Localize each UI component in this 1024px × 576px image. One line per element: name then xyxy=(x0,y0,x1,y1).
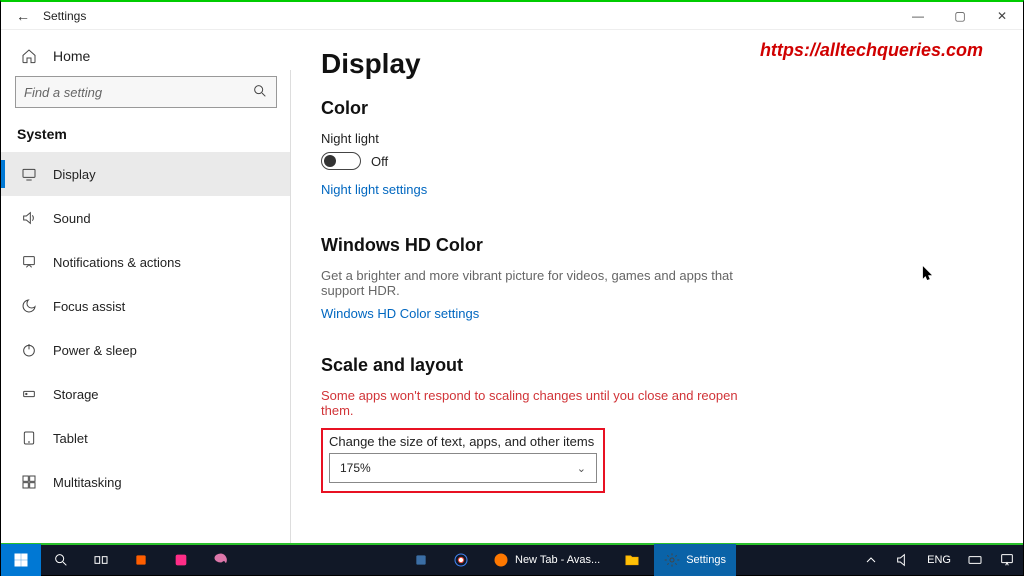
tray-keyboard-icon[interactable] xyxy=(959,544,991,576)
night-light-settings-link[interactable]: Night light settings xyxy=(321,182,427,197)
tray-volume-icon[interactable] xyxy=(887,544,919,576)
tray-chevron-up-icon[interactable] xyxy=(855,544,887,576)
task-view-button[interactable] xyxy=(81,544,121,576)
sidebar-item-label: Notifications & actions xyxy=(53,255,181,270)
scale-select-highlight: Change the size of text, apps, and other… xyxy=(321,428,605,493)
sidebar-item-label: Sound xyxy=(53,211,91,226)
avast-icon xyxy=(493,552,509,568)
sidebar-home-label: Home xyxy=(53,48,90,64)
night-light-label: Night light xyxy=(321,131,983,146)
sidebar-item-label: Power & sleep xyxy=(53,343,137,358)
sound-icon xyxy=(19,210,39,226)
chevron-down-icon: ⌄ xyxy=(577,462,586,475)
sidebar-item-notifications[interactable]: Notifications & actions xyxy=(1,240,291,284)
tray-action-center-icon[interactable] xyxy=(991,544,1023,576)
sidebar-item-label: Multitasking xyxy=(53,475,122,490)
window-controls: — ▢ ✕ xyxy=(897,2,1023,30)
hd-color-settings-link[interactable]: Windows HD Color settings xyxy=(321,306,479,321)
sidebar-home[interactable]: Home xyxy=(1,42,291,76)
taskbar-item-settings[interactable]: Settings xyxy=(654,544,736,576)
section-scale: Scale and layout xyxy=(321,355,983,376)
sidebar-item-sound[interactable]: Sound xyxy=(1,196,291,240)
scale-select[interactable]: 175% ⌄ xyxy=(329,453,597,483)
sidebar-item-tablet[interactable]: Tablet xyxy=(1,416,291,460)
multitasking-icon xyxy=(19,474,39,490)
focus-assist-icon xyxy=(19,298,39,314)
taskbar-file-explorer[interactable] xyxy=(612,544,652,576)
taskbar-app-3[interactable] xyxy=(401,544,441,576)
watermark-url: https://alltechqueries.com xyxy=(760,40,983,61)
taskbar-search-button[interactable] xyxy=(41,544,81,576)
power-icon xyxy=(19,342,39,358)
scale-warning: Some apps won't respond to scaling chang… xyxy=(321,388,761,418)
tray-language[interactable]: ENG xyxy=(919,544,959,576)
sidebar-item-focus-assist[interactable]: Focus assist xyxy=(1,284,291,328)
search-box[interactable] xyxy=(15,76,277,108)
taskbar: New Tab - Avas... Settings ENG xyxy=(1,543,1023,575)
tablet-icon xyxy=(19,430,39,446)
taskbar-item-label: Settings xyxy=(686,554,726,566)
maximize-button[interactable]: ▢ xyxy=(939,2,981,30)
notifications-icon xyxy=(19,254,39,270)
scale-select-value: 175% xyxy=(340,461,371,475)
titlebar: ← Settings — ▢ ✕ xyxy=(1,2,1023,30)
start-button[interactable] xyxy=(1,544,41,576)
night-light-toggle[interactable] xyxy=(321,152,361,170)
taskbar-item-avast[interactable]: New Tab - Avas... xyxy=(483,546,610,574)
section-color: Color xyxy=(321,98,983,119)
back-button[interactable]: ← xyxy=(11,8,35,24)
home-icon xyxy=(19,48,39,64)
sidebar-item-label: Storage xyxy=(53,387,99,402)
gear-icon xyxy=(664,552,680,568)
taskbar-app-1[interactable] xyxy=(121,544,161,576)
taskbar-item-label: New Tab - Avas... xyxy=(515,554,600,566)
sidebar-item-multitasking[interactable]: Multitasking xyxy=(1,460,291,504)
content: https://alltechqueries.com Display Color… xyxy=(291,30,1023,543)
section-hd-color: Windows HD Color xyxy=(321,235,983,256)
sidebar-category: System xyxy=(1,122,291,152)
sidebar-item-power[interactable]: Power & sleep xyxy=(1,328,291,372)
taskbar-paint[interactable] xyxy=(201,544,241,576)
taskbar-app-2[interactable] xyxy=(161,544,201,576)
sidebar-item-display[interactable]: Display xyxy=(1,152,291,196)
close-button[interactable]: ✕ xyxy=(981,2,1023,30)
sidebar-nav: Display Sound Notifications & actions Fo… xyxy=(1,152,291,504)
system-tray: ENG xyxy=(855,544,1023,576)
minimize-button[interactable]: — xyxy=(897,2,939,30)
window-body: Home System Display Sound xyxy=(1,30,1023,543)
sidebar-item-storage[interactable]: Storage xyxy=(1,372,291,416)
storage-icon xyxy=(19,386,39,402)
display-icon xyxy=(19,166,39,182)
search-input[interactable] xyxy=(24,85,252,100)
sidebar-item-label: Tablet xyxy=(53,431,88,446)
sidebar-item-label: Display xyxy=(53,167,96,182)
search-icon xyxy=(252,83,268,102)
sidebar: Home System Display Sound xyxy=(1,30,291,543)
night-light-state: Off xyxy=(371,154,388,169)
night-light-row: Off xyxy=(321,152,983,170)
window-title: Settings xyxy=(43,9,86,23)
hd-color-desc: Get a brighter and more vibrant picture … xyxy=(321,268,761,298)
scale-select-label: Change the size of text, apps, and other… xyxy=(329,434,597,449)
cursor-icon xyxy=(921,266,935,284)
taskbar-chrome[interactable] xyxy=(441,544,481,576)
sidebar-item-label: Focus assist xyxy=(53,299,125,314)
settings-window: ← Settings — ▢ ✕ Home System xyxy=(0,0,1024,576)
